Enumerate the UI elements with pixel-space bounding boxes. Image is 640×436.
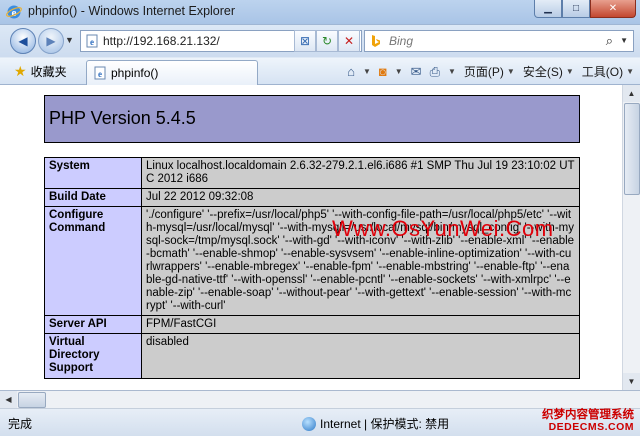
- feeds-icon[interactable]: ◙: [379, 64, 387, 79]
- tools-menu-label: 工具(O): [581, 65, 624, 79]
- search-options-dropdown[interactable]: ▼: [620, 36, 628, 45]
- table-row: Server API FPM/FastCGI: [44, 315, 580, 334]
- page-viewport: PHP Version 5.4.5 System Linux localhost…: [0, 85, 640, 391]
- row-value: Jul 22 2012 09:32:08: [141, 188, 580, 207]
- table-row: Virtual Directory Support disabled: [44, 333, 580, 379]
- arrow-left-icon: ◀: [18, 34, 28, 48]
- table-row: Build Date Jul 22 2012 09:32:08: [44, 188, 580, 207]
- horizontal-scroll-thumb[interactable]: [18, 392, 46, 408]
- row-key: System: [44, 157, 142, 189]
- star-icon: ★: [14, 63, 27, 79]
- feeds-dropdown[interactable]: ▼: [395, 67, 403, 76]
- close-window-button[interactable]: ✕: [590, 0, 636, 18]
- tab-title: phpinfo(): [111, 66, 159, 80]
- home-icon[interactable]: ⌂: [347, 64, 355, 79]
- php-version-title: PHP Version 5.4.5: [49, 108, 196, 128]
- chevron-down-icon: ▼: [565, 67, 574, 76]
- scroll-down-arrow[interactable]: ▼: [623, 373, 640, 390]
- refresh-button[interactable]: ↻: [316, 30, 338, 52]
- watermark-text: Www.OsYunWei.Com: [332, 216, 554, 241]
- security-zone[interactable]: Internet | 保护模式: 禁用: [302, 415, 449, 432]
- horizontal-scrollbar[interactable]: ◀: [0, 391, 640, 409]
- forward-button[interactable]: ▶: [38, 28, 64, 54]
- command-tools: ⌂ ▼ ◙ ▼ ✉ ⎙ ▼ 页面(P) ▼ 安全(S) ▼ 工具(O) ▼: [347, 63, 634, 80]
- address-url: http://192.168.21.132/: [103, 34, 220, 48]
- page-icon: e: [86, 34, 98, 48]
- back-button[interactable]: ◀: [10, 28, 36, 54]
- home-dropdown[interactable]: ▼: [363, 67, 371, 76]
- recent-pages-dropdown[interactable]: ▼: [65, 35, 74, 45]
- minimize-button[interactable]: ▁: [534, 0, 562, 18]
- page-menu-label: 页面(P): [463, 65, 504, 79]
- corner-watermark: 织梦内容管理系统 DEDECMS.COM: [542, 409, 634, 433]
- scroll-thumb[interactable]: [624, 103, 640, 195]
- favorites-label: 收藏夹: [30, 65, 67, 79]
- bing-icon: [372, 35, 380, 47]
- tools-menu[interactable]: 工具(O) ▼: [582, 63, 634, 80]
- row-value: Linux localhost.localdomain 2.6.32-279.2…: [141, 157, 580, 189]
- title-bar: e phpinfo() - Windows Internet Explorer …: [0, 0, 640, 25]
- php-info-table: System Linux localhost.localdomain 2.6.3…: [44, 157, 580, 379]
- tab-phpinfo[interactable]: e phpinfo(): [86, 60, 258, 85]
- safety-menu-label: 安全(S): [522, 65, 563, 79]
- maximize-button[interactable]: □: [562, 0, 590, 18]
- row-value: FPM/FastCGI: [141, 315, 580, 334]
- corner-watermark-line2: DEDECMS.COM: [548, 421, 634, 433]
- safety-menu[interactable]: 安全(S) ▼: [523, 63, 574, 80]
- search-placeholder: Bing: [389, 34, 414, 48]
- navigation-bar: ◀ ▶ ▼ e http://192.168.21.132/ ⊠ ↻ ✕ Bin…: [0, 25, 640, 57]
- mail-icon[interactable]: ✉: [411, 64, 422, 80]
- row-key: Configure Command: [44, 206, 142, 316]
- zone-label: Internet | 保护模式: 禁用: [320, 417, 450, 431]
- window-title: phpinfo() - Windows Internet Explorer: [28, 4, 236, 18]
- chevron-down-icon: ▼: [506, 67, 515, 76]
- print-dropdown[interactable]: ▼: [448, 67, 456, 76]
- command-bar: ★ 收藏夹 e phpinfo() ⌂ ▼ ◙ ▼ ✉ ⎙ ▼ 页面(P) ▼ 安全(S…: [0, 58, 640, 85]
- row-key: Build Date: [44, 188, 142, 207]
- compatibility-icon: ⊠: [299, 34, 311, 48]
- stop-icon: ✕: [343, 34, 355, 48]
- window-controls: ▁ □ ✕: [534, 0, 636, 18]
- row-value: disabled: [141, 333, 580, 379]
- page-icon: e: [94, 66, 106, 80]
- arrow-right-icon: ▶: [46, 34, 56, 48]
- print-icon[interactable]: ⎙: [430, 64, 440, 80]
- corner-watermark-line1: 织梦内容管理系统: [542, 409, 634, 421]
- page-menu[interactable]: 页面(P) ▼: [464, 63, 515, 80]
- row-key: Virtual Directory Support: [44, 333, 142, 379]
- search-icon[interactable]: ⌕: [606, 33, 613, 49]
- php-version-header: PHP Version 5.4.5: [44, 95, 580, 143]
- svg-text:e: e: [90, 37, 94, 47]
- status-bar: 完成 Internet | 保护模式: 禁用 织梦内容管理系统 DEDECMS.…: [0, 409, 640, 436]
- row-key: Server API: [44, 315, 142, 334]
- internet-explorer-icon: e: [6, 5, 22, 19]
- stop-button[interactable]: ✕: [338, 30, 360, 52]
- svg-text:e: e: [98, 69, 102, 79]
- scroll-left-arrow[interactable]: ◀: [0, 391, 17, 408]
- table-row: System Linux localhost.localdomain 2.6.3…: [44, 157, 580, 189]
- search-box[interactable]: Bing ⌕ ▼: [364, 30, 634, 52]
- vertical-scrollbar[interactable]: ▲ ▼: [622, 85, 640, 390]
- scroll-up-arrow[interactable]: ▲: [623, 85, 640, 102]
- status-text: 完成: [8, 417, 33, 431]
- chevron-down-icon: ▼: [626, 67, 634, 76]
- refresh-icon: ↻: [321, 34, 333, 48]
- globe-icon: [302, 416, 316, 431]
- compatibility-view-button[interactable]: ⊠: [294, 30, 316, 52]
- favorites-button[interactable]: ★ 收藏夹: [14, 63, 67, 80]
